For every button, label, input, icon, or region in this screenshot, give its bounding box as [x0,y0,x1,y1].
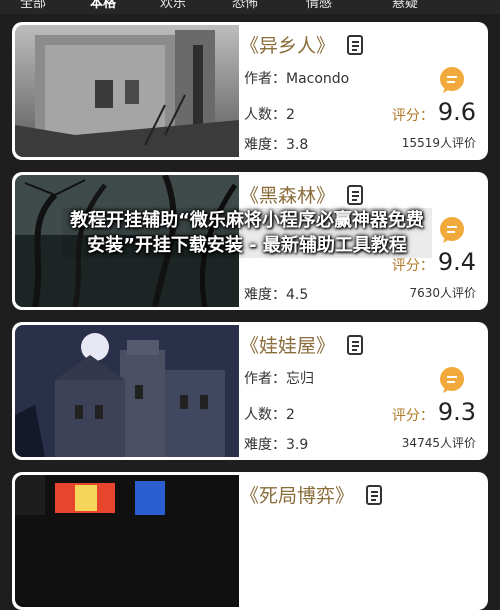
difficulty-label: 难度： [244,137,286,153]
script-title[interactable]: 《异乡人》 [240,31,365,58]
review-count: 7630人评价 [409,284,476,301]
tab-emotion[interactable]: 情感 [306,0,332,11]
author-value: Macondo [286,71,350,87]
difficulty-value: 3.9 [286,437,309,453]
review-count: 34745人评价 [402,434,476,451]
script-title[interactable]: 《黑森林》 [240,181,365,208]
difficulty-row: 难度：3.8 [244,134,308,154]
score-value: 9.6 [437,98,476,126]
author-label: 作者： [244,71,286,87]
players-value: 2 [286,407,295,423]
difficulty-value: 4.5 [286,287,309,303]
difficulty-label: 难度： [244,437,286,453]
author-row: 作者：Macondo [244,68,349,88]
script-card-4[interactable]: 《死局博弈》 [12,472,488,610]
script-card-1[interactable]: 《异乡人》 作者：Macondo 人数：2 难度：3.8 评分： 9.6 1551… [12,22,488,160]
players-value: 2 [286,107,295,123]
script-title-text: 《黑森林》 [240,185,336,207]
book-icon [345,334,365,356]
review-suffix: 人评价 [439,436,476,450]
players-label: 人数： [244,407,286,423]
difficulty-row: 难度：4.5 [244,284,308,304]
tab-horror[interactable]: 恐怖 [232,0,258,11]
difficulty-label: 难度： [244,287,286,303]
players-row: 人数：2 [244,104,295,124]
script-card-3[interactable]: 《娃娃屋》 作者：忘归 人数：2 难度：3.9 评分： 9.3 34745人评价 [12,322,488,460]
tab-fun[interactable]: 欢乐 [160,0,186,11]
review-suffix: 人评价 [439,286,476,300]
score-value: 9.3 [437,398,476,426]
cover-image [15,25,239,157]
author-row: 作者：忘归 [244,368,314,388]
score-label: 评分： [391,408,434,424]
difficulty-value: 3.8 [286,137,309,153]
score-label: 评分： [391,108,434,124]
review-suffix: 人评价 [439,136,476,150]
chat-bubble-icon[interactable] [438,366,466,394]
cover-image [15,475,239,607]
score-row: 评分： 9.3 [392,398,476,426]
book-icon [345,34,365,56]
tab-original[interactable]: 本格 [90,0,116,11]
review-count: 15519人评价 [402,134,476,151]
score-value: 9.4 [437,248,476,276]
score-label: 评分： [391,258,434,274]
review-count-value: 15519 [401,136,440,150]
script-title-text: 《娃娃屋》 [240,335,336,357]
category-tab-bar: 全部 本格 欢乐 恐怖 情感 悬疑 [0,0,500,14]
book-icon [345,184,365,206]
review-count-value: 34745 [401,436,440,450]
overlay-banner-text: 教程开挂辅助“微乐麻将小程序必赢神器免费安装”开挂下载安装 - 最新辅助工具教程 [62,208,432,258]
tab-mystery[interactable]: 悬疑 [392,0,418,11]
chat-bubble-icon[interactable] [438,66,466,94]
script-title[interactable]: 《死局博弈》 [240,481,384,508]
score-row: 评分： 9.6 [392,98,476,126]
review-count-value: 7630 [409,286,440,300]
cover-image [15,325,239,457]
script-title[interactable]: 《娃娃屋》 [240,331,365,358]
difficulty-row: 难度：3.9 [244,434,308,454]
script-title-text: 《死局博弈》 [240,485,355,507]
players-row: 人数：2 [244,404,295,424]
players-label: 人数： [244,107,286,123]
script-title-text: 《异乡人》 [240,35,336,57]
chat-bubble-icon[interactable] [438,216,466,244]
tab-all[interactable]: 全部 [20,0,46,11]
book-icon [364,484,384,506]
author-label: 作者： [244,371,286,387]
author-value: 忘归 [286,371,314,387]
